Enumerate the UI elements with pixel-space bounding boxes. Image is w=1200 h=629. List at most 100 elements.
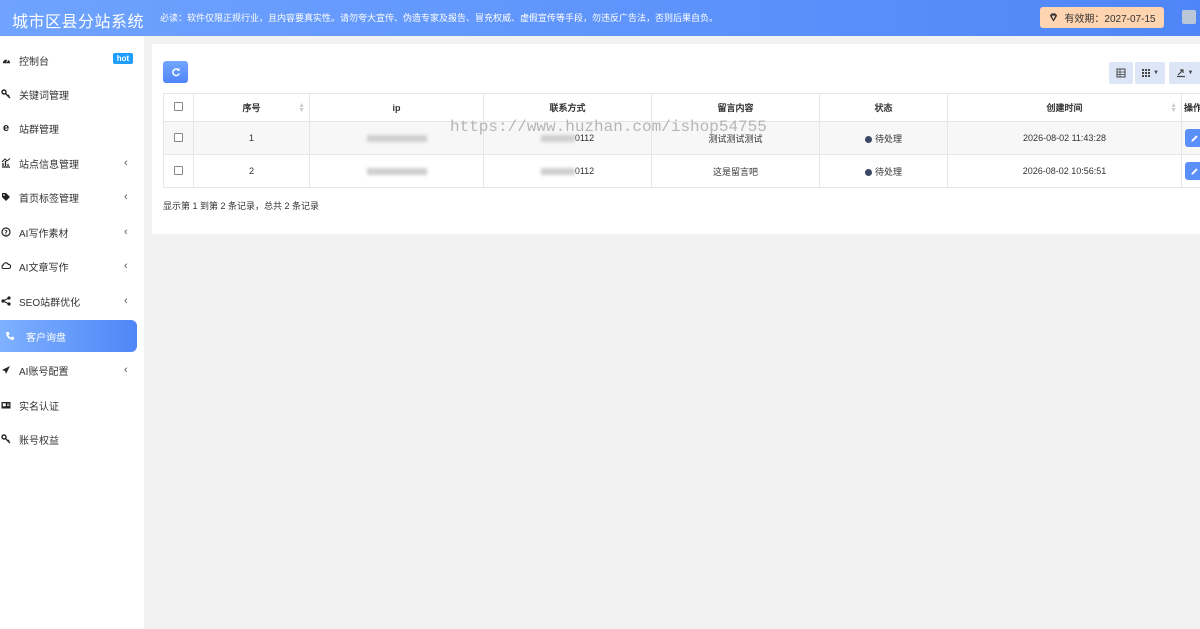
- sidebar-item-real-name[interactable]: 实名认证: [0, 389, 137, 421]
- grid-icon: [1142, 69, 1151, 77]
- status-dot: [864, 135, 872, 143]
- hot-badge: hot: [113, 53, 133, 64]
- app-title: 城市区县分站系统: [12, 14, 145, 31]
- contact-suffix: 0112: [574, 166, 595, 176]
- inquiry-panel: ▼ ▼ 序号 ▲▼ ip 联系方式 留言内容 状态 创建时间 ▲▼ 操作 1: [152, 44, 1200, 234]
- table-icon: [1116, 68, 1126, 78]
- sidebar-item-ai-material[interactable]: ? AI写作素材 ‹: [0, 216, 137, 248]
- sidebar-item-label: 客户询盘: [26, 332, 66, 344]
- column-header-contact: 联系方式: [483, 93, 652, 122]
- status-dot: [864, 168, 872, 176]
- cell-contact: 0112: [483, 154, 652, 188]
- phone-icon: [5, 331, 15, 341]
- sort-icon[interactable]: ▲ ▼: [298, 102, 305, 114]
- cell-message: 测试测试测试: [651, 121, 820, 155]
- contact-suffix: 0112: [574, 133, 595, 143]
- svg-text:?: ?: [4, 229, 8, 236]
- cell-contact: 0112: [483, 121, 652, 155]
- column-header-message: 留言内容: [651, 93, 820, 122]
- sidebar-item-keywords[interactable]: 关键词管理: [0, 78, 137, 110]
- refresh-icon: [171, 68, 180, 77]
- sidebar-item-ai-article[interactable]: AI文章写作 ‹: [0, 250, 137, 282]
- id-card-icon: [1, 400, 11, 410]
- column-header-index[interactable]: 序号 ▲ ▼: [193, 93, 310, 122]
- sidebar-item-site-group[interactable]: e 站群管理: [0, 112, 137, 144]
- chevron-left-icon: ‹: [124, 157, 128, 169]
- sort-icon[interactable]: ▲ ▼: [1170, 102, 1177, 114]
- table-view-button[interactable]: [1109, 62, 1133, 84]
- cell-index: 2: [193, 154, 310, 188]
- sidebar-item-label: 关键词管理: [19, 90, 69, 102]
- cell-created: 2026-08-02 10:56:51: [947, 154, 1182, 188]
- row-checkbox[interactable]: [174, 165, 183, 175]
- cell-ip: [309, 121, 484, 155]
- sidebar-item-label: AI账号配置: [19, 366, 69, 378]
- tag-icon: [1, 192, 11, 202]
- select-all-checkbox[interactable]: [174, 102, 183, 111]
- column-header-ip: ip: [309, 93, 484, 122]
- sidebar-item-dashboard[interactable]: 控制台 hot: [0, 44, 137, 76]
- dashboard-icon: [1, 55, 11, 65]
- sidebar: 控制台 hot 关键词管理 e 站群管理 站点信息管理 ‹ 首页标签管理 ‹ ?…: [0, 36, 144, 629]
- redacted-contact: [540, 168, 575, 176]
- export-icon: [1176, 69, 1185, 78]
- edit-button[interactable]: [1185, 129, 1200, 147]
- cell-actions: [1181, 154, 1200, 188]
- avatar[interactable]: [1182, 10, 1196, 24]
- sidebar-item-label: 控制台: [19, 56, 49, 68]
- pencil-icon: [1190, 134, 1198, 142]
- edit-button[interactable]: [1185, 162, 1200, 180]
- status-text: 待处理: [874, 133, 902, 144]
- row-select-cell[interactable]: [163, 121, 194, 155]
- sidebar-item-seo[interactable]: SEO站群优化 ‹: [0, 285, 137, 317]
- cell-created: 2026-08-02 11:43:28: [947, 121, 1182, 155]
- notice-text: 必读：软件仅限正规行业，且内容要真实性。请勿夸大宣传、伪造专家及报告、冒充权威、…: [160, 13, 719, 23]
- key-icon: [1, 434, 11, 444]
- sidebar-item-inquiries[interactable]: 客户询盘: [0, 320, 137, 352]
- column-header-label: ip: [392, 102, 401, 113]
- status-text: 待处理: [874, 166, 902, 177]
- validity-badge[interactable]: 有效期：2027-07-15: [1040, 7, 1164, 28]
- cell-ip: [309, 154, 484, 188]
- sidebar-item-label: SEO站群优化: [19, 297, 81, 309]
- cell-actions: [1181, 121, 1200, 155]
- cell-status: 待处理: [819, 121, 948, 155]
- redacted-ip: [366, 135, 427, 143]
- key-icon: [1, 89, 11, 99]
- sidebar-item-home-tags[interactable]: 首页标签管理 ‹: [0, 181, 137, 213]
- caret-down-icon: ▼: [1187, 70, 1194, 76]
- sidebar-item-site-info[interactable]: 站点信息管理 ‹: [0, 147, 137, 179]
- row-checkbox[interactable]: [174, 132, 183, 142]
- columns-dropdown-button[interactable]: ▼: [1135, 62, 1165, 84]
- chevron-left-icon: ‹: [124, 260, 128, 272]
- cell-message: 这是留言吧: [651, 154, 820, 188]
- inquiry-table: 序号 ▲ ▼ ip 联系方式 留言内容 状态 创建时间 ▲ ▼ 操作 1 0112 测试…: [163, 93, 1200, 188]
- validity-label: 有效期：2027-07-15: [1064, 14, 1156, 25]
- sidebar-item-account-rights[interactable]: 账号权益: [0, 423, 137, 455]
- column-header-status: 状态: [819, 93, 948, 122]
- chart-icon: [1, 158, 11, 168]
- sidebar-item-label: 站点信息管理: [19, 159, 79, 171]
- row-select-cell[interactable]: [163, 154, 194, 188]
- column-header-created[interactable]: 创建时间 ▲ ▼: [947, 93, 1182, 122]
- plane-icon: [1, 365, 11, 375]
- export-dropdown-button[interactable]: ▼: [1169, 62, 1200, 84]
- column-header-label: 留言内容: [717, 103, 754, 113]
- cell-index: 1: [193, 121, 310, 155]
- top-header: 城市区县分站系统 必读：软件仅限正规行业，且内容要真实性。请勿夸大宣传、伪造专家…: [0, 0, 1200, 36]
- pagination-summary: 显示第 1 到第 2 条记录，总共 2 条记录: [163, 201, 320, 211]
- ie-icon: e: [2, 122, 10, 134]
- table-row: 1 0112 测试测试测试 待处理 2026-08-02 11:43:28: [163, 121, 1200, 155]
- caret-down-icon: ▼: [1153, 70, 1159, 76]
- refresh-button[interactable]: [163, 61, 188, 83]
- sidebar-item-ai-account[interactable]: AI账号配置 ‹: [0, 354, 137, 386]
- sidebar-item-label: 站群管理: [19, 124, 59, 136]
- cell-status: 待处理: [819, 154, 948, 188]
- chevron-left-icon: ‹: [124, 295, 128, 307]
- sidebar-item-label: 首页标签管理: [19, 193, 79, 205]
- chevron-left-icon: ‹: [124, 191, 128, 203]
- sidebar-item-label: AI写作素材: [19, 228, 69, 240]
- question-icon: ?: [1, 227, 11, 237]
- column-header-label: 操作: [1184, 103, 1200, 113]
- select-all-cell[interactable]: [163, 93, 194, 122]
